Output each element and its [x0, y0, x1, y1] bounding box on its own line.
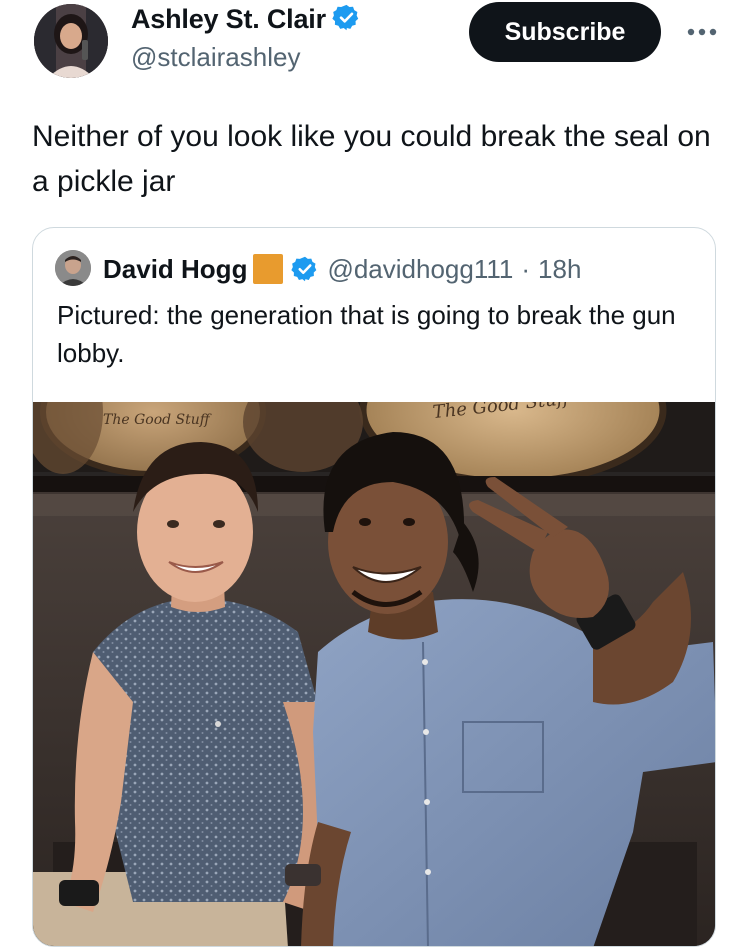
tweet-text: Neither of you look like you could break… [32, 120, 711, 198]
quoted-timestamp[interactable]: 18h [538, 254, 581, 284]
author-name-text[interactable]: Ashley St. Clair [131, 4, 326, 34]
quoted-verified-badge-icon [291, 255, 319, 291]
quoted-tweet-header: David Hogg @davidhogg111 · 18h [103, 252, 581, 291]
barrel-text-left: The Good Stuff [103, 412, 212, 428]
quoted-avatar-image [55, 250, 91, 286]
quoted-tweet-photo[interactable]: The Good Stuff The Good Stuff [33, 402, 715, 946]
quoted-author-name[interactable]: David Hogg [103, 254, 247, 284]
subscribe-button[interactable]: Subscribe [469, 2, 661, 62]
author-name[interactable]: Ashley St. Clair [131, 3, 361, 39]
quoted-author-handle[interactable]: @davidhogg111 [327, 254, 513, 284]
quoted-separator: · [521, 254, 531, 284]
author-handle[interactable]: @stclairashley [131, 42, 300, 73]
affiliate-badge [253, 254, 284, 284]
verified-badge-icon [332, 3, 361, 39]
photo-image: The Good Stuff The Good Stuff [33, 402, 715, 946]
avatar-image [34, 4, 108, 78]
quoted-tweet-text: Pictured: the generation that is going t… [57, 300, 676, 368]
quoted-author-avatar[interactable] [55, 250, 91, 286]
author-avatar[interactable] [34, 4, 108, 78]
more-options-button[interactable] [684, 14, 720, 50]
quoted-tweet-card[interactable]: David Hogg @davidhogg111 · 18h Pictured: th… [32, 227, 716, 947]
more-options-icon [687, 28, 717, 36]
